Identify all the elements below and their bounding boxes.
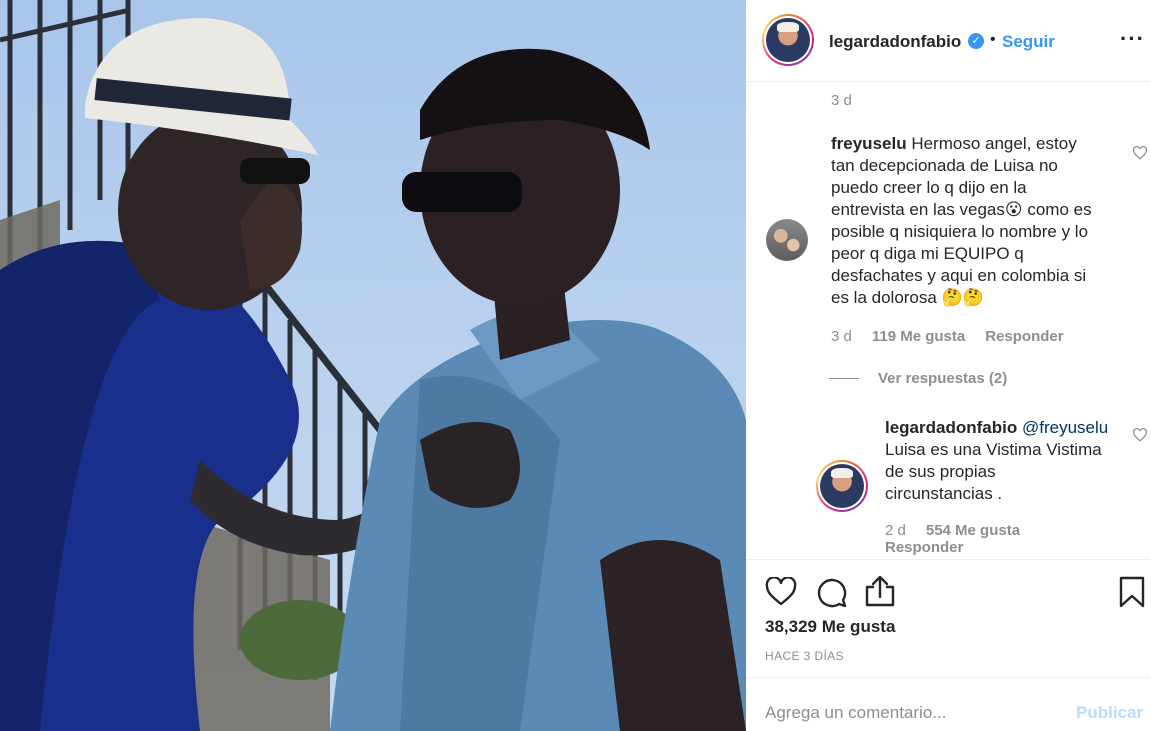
comment-likes[interactable]: 119 Me gusta: [872, 328, 965, 345]
heart-icon[interactable]: [765, 577, 797, 607]
comment-line: peor q diga mi EQUIPO q: [831, 244, 1024, 263]
author-username[interactable]: legardadonfabio: [829, 32, 961, 52]
reply-reply-button[interactable]: Responder: [885, 539, 963, 556]
comment-line: entrevista en las vegas😮 como es: [831, 200, 1092, 219]
replies-divider: [829, 378, 859, 379]
reply-line: Luisa es una Vistima Vistima: [885, 440, 1102, 459]
comment-line: es la dolorosa 🤔🤔: [831, 288, 984, 307]
reply-body: legardadonfabio @freyuselu Luisa es una …: [885, 417, 1125, 505]
post-sidebar: legardadonfabio ✓ • Seguir ··· 3 d freyu…: [746, 0, 1151, 731]
reply-time: 2 d: [885, 522, 906, 539]
share-icon[interactable]: [864, 575, 896, 607]
reply-line: de sus propias: [885, 462, 996, 481]
comment-username[interactable]: freyuselu: [831, 134, 907, 153]
comment-reply-button[interactable]: Responder: [985, 328, 1063, 345]
reply-username[interactable]: legardadonfabio: [885, 418, 1017, 437]
comment-line: Hermoso angel, estoy: [911, 134, 1077, 153]
comment-meta: 3 d 119 Me gusta Responder: [831, 328, 1064, 345]
post-actions: 38,329 Me gusta HACE 3 DÍAS: [746, 559, 1151, 677]
view-replies-button[interactable]: Ver respuestas (2): [878, 370, 1007, 387]
publish-button[interactable]: Publicar: [1076, 703, 1143, 723]
post-photo[interactable]: [0, 0, 746, 731]
reply-avatar[interactable]: [816, 460, 868, 512]
post-likes-count[interactable]: 38,329 Me gusta: [765, 617, 895, 637]
author-avatar[interactable]: [762, 14, 814, 66]
reply-line: circunstancias .: [885, 484, 1003, 503]
reply-mention[interactable]: @freyuselu: [1022, 418, 1108, 437]
reply-likes[interactable]: 554 Me gusta: [926, 522, 1020, 539]
comment-line: tan decepcionada de Luisa no: [831, 156, 1058, 175]
comment-line: puedo creer lo q dijo en la: [831, 178, 1027, 197]
post-timestamp: HACE 3 DÍAS: [765, 649, 845, 663]
comment-line: posible q nisiquiera lo nombre y lo: [831, 222, 1089, 241]
comment-body: freyuselu Hermoso angel, estoy tan decep…: [831, 133, 1121, 309]
verified-badge-icon: ✓: [968, 33, 984, 49]
comment-line: desfachates y aqui en colombia si: [831, 266, 1087, 285]
comment-time: 3 d: [831, 328, 852, 345]
commenter-avatar[interactable]: [766, 219, 808, 261]
photo-illustration: [0, 0, 746, 731]
follow-button[interactable]: Seguir: [1002, 32, 1055, 52]
comments-list[interactable]: 3 d freyuselu Hermoso angel, estoy tan d…: [746, 83, 1151, 559]
reply-like-heart-icon[interactable]: [1132, 428, 1148, 442]
comment-like-heart-icon[interactable]: [1132, 146, 1148, 160]
comment-icon[interactable]: [815, 576, 847, 608]
reply-meta: 2 d 554 Me gusta: [885, 522, 1020, 539]
post-header: legardadonfabio ✓ • Seguir ···: [746, 0, 1151, 82]
comment-input[interactable]: Agrega un comentario...: [765, 703, 946, 723]
bookmark-icon[interactable]: [1118, 576, 1146, 608]
top-comment-timestamp: 3 d: [831, 92, 852, 109]
more-options-icon[interactable]: ···: [1120, 26, 1145, 52]
add-comment-bar: Agrega un comentario... Publicar: [746, 677, 1151, 731]
header-separator: •: [990, 31, 996, 48]
